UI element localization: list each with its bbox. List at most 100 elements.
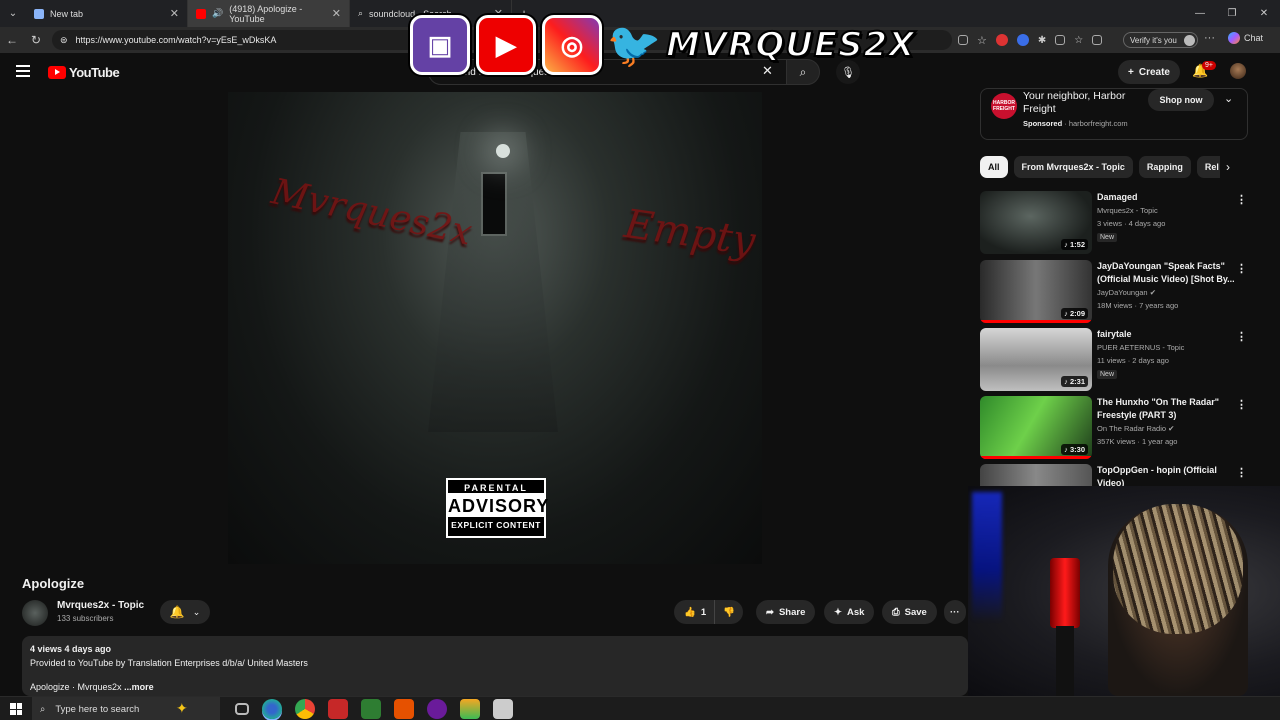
hamburger-menu-icon[interactable] (16, 65, 30, 77)
twitter-bird-icon: 🐦 (606, 21, 662, 70)
channel-name[interactable]: Mvrques2x - Topic (57, 600, 144, 611)
account-avatar[interactable] (1230, 63, 1246, 79)
favorites-icon[interactable]: ☆ (1074, 35, 1083, 46)
taskbar-search[interactable]: ⌕ Type here to search (32, 697, 220, 720)
windows-start-icon[interactable] (10, 703, 22, 715)
tab-list-chevron-icon[interactable]: ⌄ (0, 0, 26, 27)
chip-all[interactable]: All (980, 156, 1008, 178)
save-button[interactable]: ⎙ Save (882, 600, 937, 624)
subscription-bell-button[interactable]: 🔔 ⌄ (160, 600, 210, 624)
logo-text: YouTube (69, 65, 120, 80)
video-actions: 👍 1 👎 (674, 600, 743, 624)
more-vert-icon[interactable]: ⋮ (1236, 398, 1247, 411)
like-button[interactable]: 👍 1 (674, 600, 715, 624)
close-icon[interactable]: ✕ (170, 7, 179, 20)
cover-light (496, 144, 510, 158)
app-red-icon[interactable] (328, 699, 348, 719)
chip-related[interactable]: Rel (1196, 156, 1220, 178)
video-thumbnail: ♪ 3:30 (980, 396, 1092, 459)
ad-sponsored-line: Sponsored · harborfreight.com (1023, 119, 1128, 128)
more-vert-icon[interactable]: ⋮ (1236, 193, 1247, 206)
speaker-icon[interactable]: 🔊 (212, 8, 223, 19)
close-window-icon[interactable]: ✕ (1248, 0, 1280, 27)
close-icon[interactable]: ✕ (332, 7, 341, 20)
description-box[interactable]: 4 views 4 days ago Provided to YouTube b… (22, 636, 968, 696)
more-menu-icon[interactable]: ··· (1204, 32, 1215, 44)
chip-rapping[interactable]: Rapping (1138, 156, 1191, 178)
ad-domain: harborfreight.com (1068, 119, 1128, 128)
new-tab-icon (34, 8, 44, 19)
edge-icon[interactable] (262, 699, 282, 719)
tab-youtube[interactable]: 🔊 (4918) Apologize - YouTube ✕ (188, 0, 350, 27)
more-vert-icon[interactable]: ⋮ (1236, 330, 1247, 343)
rec-title: Damaged (1097, 192, 1138, 202)
app-orange-icon[interactable] (394, 699, 414, 719)
video-thumbnail: ♪ 1:52 (980, 191, 1092, 254)
recommendation-item[interactable]: TopOppGen - hopin (Official Video) ⋮ (980, 464, 1250, 486)
channel-avatar[interactable] (22, 600, 48, 626)
extensions-puzzle-icon[interactable]: ✱ (1038, 35, 1046, 46)
recommendation-item[interactable]: ♪ 3:30 The Hunxho "On The Radar" Freesty… (980, 396, 1250, 460)
dislike-button[interactable]: 👎 (714, 600, 743, 624)
extension-red-icon[interactable] (995, 34, 1008, 46)
app-green-icon[interactable] (361, 699, 381, 719)
copilot-icon (1228, 32, 1240, 44)
url-text: https://www.youtube.com/watch?v=yEsE_wDk… (75, 35, 277, 45)
recommendation-item[interactable]: ♪ 2:09 JayDaYoungan "Speak Facts" (Offic… (980, 260, 1250, 324)
ad-title: Your neighbor, Harbor Freight (1023, 90, 1126, 115)
verify-identity-button[interactable]: Verify it's you (1123, 32, 1198, 48)
notifications-badge: 9+ (1202, 61, 1216, 70)
show-more-link[interactable]: ...more (124, 682, 154, 692)
rec-channel: JayDaYoungan ✔ (1097, 288, 1156, 297)
video-player[interactable]: Mvrques2x Empty PARENTAL ADVISORY EXPLIC… (228, 92, 762, 564)
split-screen-icon[interactable] (1055, 35, 1066, 45)
restore-icon[interactable]: ❐ (1216, 0, 1248, 27)
ask-button[interactable]: ✦ Ask (824, 600, 875, 624)
more-vert-icon[interactable]: ⋮ (1236, 466, 1247, 479)
youtube-logo[interactable]: YouTube (48, 65, 120, 80)
chevron-down-icon[interactable]: ⌄ (1224, 92, 1233, 105)
app-notepad-icon[interactable] (493, 699, 513, 719)
share-button[interactable]: ➦ Share (756, 600, 816, 624)
task-view-icon[interactable] (235, 703, 249, 715)
save-label: Save (904, 606, 927, 618)
video-title: Apologize (22, 576, 85, 591)
subscriber-count: 133 subscribers (57, 614, 114, 623)
streamer-handle: MVRQUES2X (665, 24, 916, 66)
create-button[interactable]: + Create (1118, 60, 1180, 84)
site-info-icon[interactable]: ⊜ (60, 35, 68, 46)
video-thumbnail: ♪ 2:09 (980, 260, 1092, 323)
shop-now-button[interactable]: Shop now (1148, 89, 1214, 111)
back-icon[interactable]: ← (0, 27, 24, 53)
thumbs-up-icon: 👍 (684, 606, 696, 618)
led-strip (972, 492, 1002, 622)
cover-graffiti-left: Mvrques2x (267, 171, 476, 254)
refresh-icon[interactable]: ↻ (24, 27, 48, 53)
collections-icon[interactable] (1092, 35, 1103, 45)
description-line3: Apologize · Mvrques2x ...more (30, 682, 154, 692)
recommendation-item[interactable]: ♪ 2:31 fairytale PUER AETERNUS - Topic 1… (980, 328, 1250, 392)
video-thumbnail: ♪ 2:31 (980, 328, 1092, 391)
advisory-line2: ADVISORY (448, 495, 550, 517)
favorite-star-icon[interactable]: ☆ (977, 34, 987, 47)
copilot-chat-button[interactable]: Chat (1228, 32, 1263, 44)
extension-blue-icon[interactable] (1016, 34, 1029, 46)
fl-studio-icon[interactable] (460, 699, 480, 719)
thumbs-down-icon: 👎 (723, 606, 735, 618)
rec-title: JayDaYoungan "Speak Facts" (Official Mus… (1097, 261, 1235, 284)
minimize-icon[interactable]: — (1184, 0, 1216, 27)
chevron-right-icon[interactable]: › (1226, 160, 1230, 174)
chrome-icon[interactable] (295, 699, 315, 719)
ask-label: Ask (846, 606, 865, 618)
youtube-icon (196, 8, 206, 19)
screen: ⌄ New tab ✕ 🔊 (4918) Apologize - YouTube… (0, 0, 1280, 720)
rec-stats: 11 views · 2 days ago (1097, 356, 1169, 365)
app-purple-icon[interactable] (427, 699, 447, 719)
more-vert-icon[interactable]: ⋮ (1236, 262, 1247, 275)
tab-actions-icon[interactable] (958, 35, 968, 45)
youtube-play-icon (48, 66, 66, 79)
tab-new-tab[interactable]: New tab ✕ (26, 0, 188, 27)
chip-from-channel[interactable]: From Mvrques2x - Topic (1013, 156, 1133, 178)
recommendation-item[interactable]: ♪ 1:52 Damaged Mvrques2x - Topic 3 views… (980, 191, 1250, 255)
more-actions-button[interactable]: ··· (944, 600, 966, 624)
